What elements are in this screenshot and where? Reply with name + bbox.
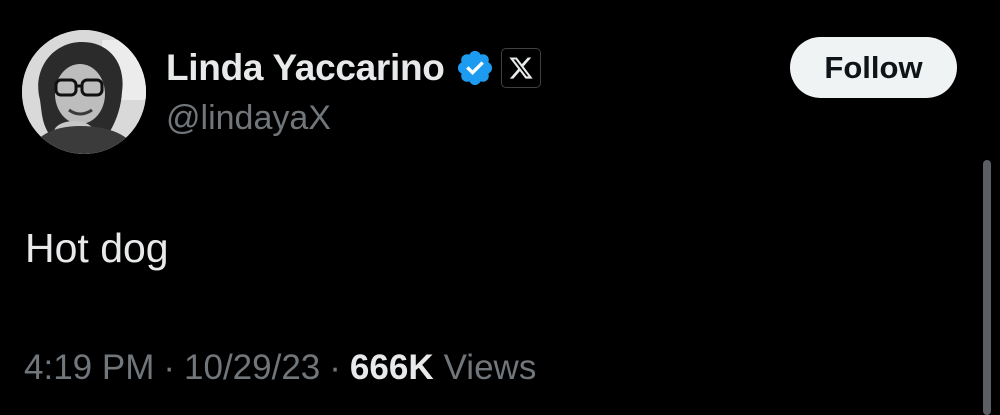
views-count[interactable]: 666K <box>350 348 434 388</box>
verified-check-icon[interactable] <box>455 48 495 88</box>
tweet-date[interactable]: 10/29/23 <box>184 348 320 388</box>
follow-button[interactable]: Follow <box>790 37 957 98</box>
author-name-row: Linda Yaccarino <box>166 40 541 96</box>
meta-separator: · <box>329 348 341 387</box>
x-logo-icon[interactable] <box>500 48 541 88</box>
user-handle[interactable]: @lindayaX <box>166 99 331 138</box>
tweet-card: Linda Yaccarino @lindayaX Follow Hot dog… <box>0 0 1000 415</box>
views-label[interactable]: Views <box>444 348 537 388</box>
tweet-text: Hot dog <box>25 225 169 271</box>
avatar-image <box>22 30 146 154</box>
scrollbar[interactable] <box>983 160 991 415</box>
meta-separator: · <box>163 348 176 387</box>
tweet-meta: 4:19 PM · 10/29/23 · 666K Views <box>24 348 536 388</box>
tweet-time[interactable]: 4:19 PM <box>24 348 154 388</box>
display-name[interactable]: Linda Yaccarino <box>166 47 445 89</box>
avatar[interactable] <box>22 30 146 154</box>
